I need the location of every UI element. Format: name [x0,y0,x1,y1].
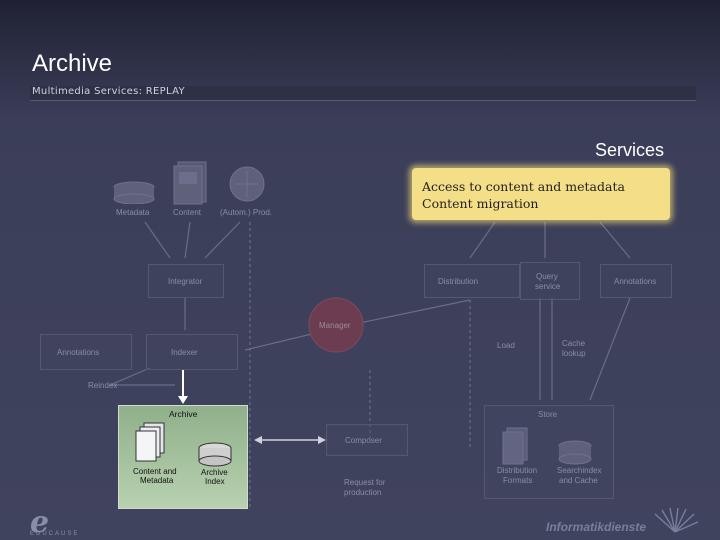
content-and-metadata-label-1: Content and [133,467,177,476]
archive-index-label-2: Index [205,477,225,486]
distribution-formats-label-1: Distribution [497,466,538,475]
distribution-label: Distribution [438,277,479,286]
content-and-metadata-label-2: Metadata [140,476,174,485]
searchindex-label-2: and Cache [559,476,598,485]
slide: Archive Multimedia Services: REPLAY Serv… [0,0,720,540]
content-stack-icon [135,422,165,462]
production-globe-icon [229,166,265,202]
request-for-production-label-1: Request for [344,478,386,487]
connector-services-annotations [599,221,631,259]
request-for-production-label-2: production [344,488,382,497]
store-label: Store [538,410,558,419]
connector-reindex [109,367,175,386]
content-label: Content [173,208,202,217]
arrow-indexer-archive-head [178,396,188,404]
arrow-archive-composer-right [318,436,326,444]
cache-lookup-label-2: lookup [562,349,586,358]
connector-prod-integrator [204,221,241,259]
archive-box: Archive Content and Metadata Archive Ind… [118,405,248,509]
integrator-label: Integrator [168,277,203,286]
archive-index-database-icon [198,442,232,467]
annotations-right-box: Annotations [600,264,672,298]
annotations-left-label: Annotations [57,348,100,357]
searchindex-database-icon [558,440,592,465]
distribution-formats-icon [502,427,528,465]
integrator-box: Integrator [148,264,224,298]
connector-annotations-store [589,297,631,401]
annotations-left-box: Annotations [40,334,132,370]
distribution-box: Distribution [424,264,520,298]
informatikdienste-brand: Informatikdienste [546,520,647,534]
callout-line-migration: Content migration [422,196,539,211]
query-service-label-1: Query [536,272,558,281]
composer-label: Composer [345,436,382,445]
content-documents-icon [173,161,207,205]
connector-services-distribution [469,221,496,259]
composer-box: Composer [326,424,408,456]
university-seal-icon [654,507,699,533]
load-label: Load [497,341,515,350]
annotations-right-label: Annotations [614,277,657,286]
store-box: Store Distribution Formats Searchindex a… [484,405,614,499]
query-service-box: Query service [520,262,580,300]
connector-content-integrator [184,221,191,259]
arrow-archive-composer-left [254,436,262,444]
archive-label: Archive [169,409,198,419]
cache-lookup-label-1: Cache [562,339,586,348]
query-service-label-2: service [535,282,561,291]
callout-line-access: Access to content and metadata [422,179,625,194]
archive-index-label-1: Archive [201,468,228,477]
educause-logo-text: EDUCAUSE [30,531,80,537]
indexer-label: Indexer [171,348,198,357]
reindex-label: Reindex [88,381,118,390]
distribution-formats-label-2: Formats [503,476,533,485]
searchindex-label-1: Searchindex [557,466,602,475]
metadata-label: Metadata [116,208,150,217]
production-label: (Autom.) Prod. [220,208,273,217]
indexer-box: Indexer [146,334,238,370]
metadata-database-icon [113,181,155,204]
manager-label: Manager [319,321,351,330]
services-callout: Access to content and metadata Content m… [412,168,670,220]
connector-metadata-integrator [144,221,171,259]
